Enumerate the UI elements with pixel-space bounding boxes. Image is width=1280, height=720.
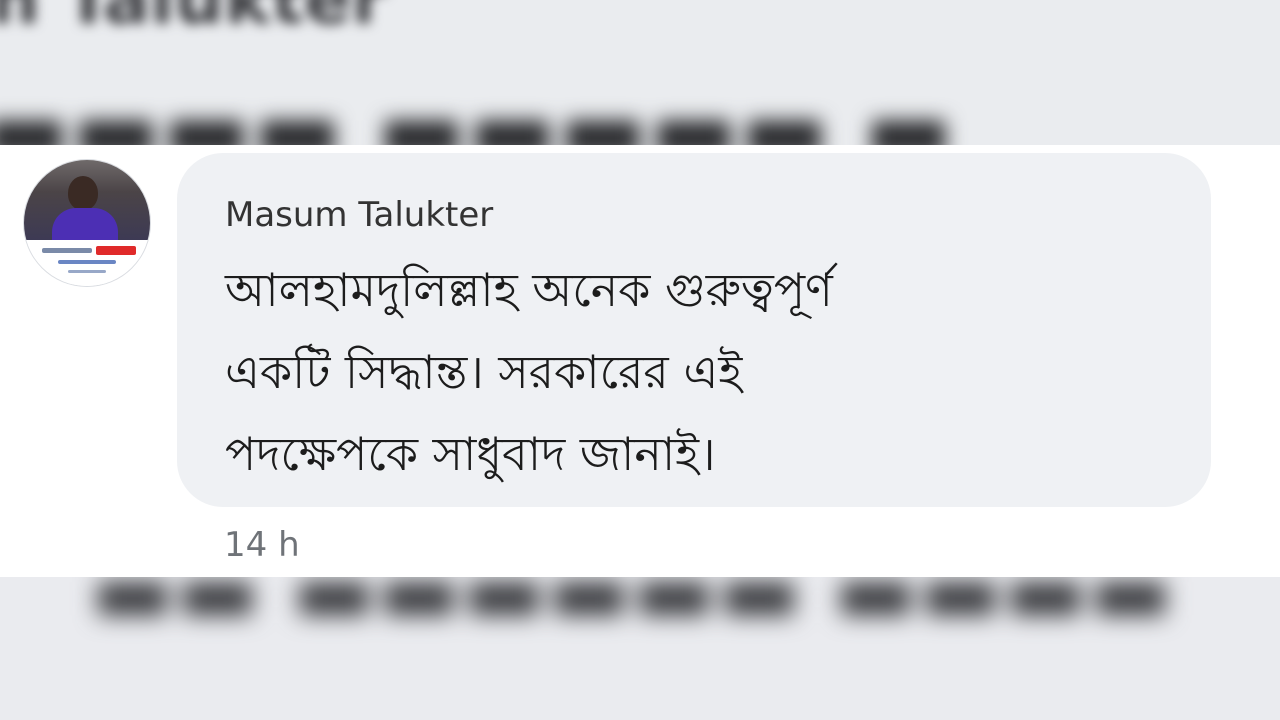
avatar-person-body	[52, 208, 118, 244]
comment-timestamp-link[interactable]: 14 h	[224, 525, 300, 565]
blurred-author-text: n Talukter	[0, 0, 386, 40]
comment-author-link[interactable]: Masum Talukter	[225, 195, 493, 235]
avatar-banner-line	[58, 260, 116, 264]
comment-text-line: আলহামদুলিল্লাহ অনেক গুরুত্বপূর্ণ	[225, 263, 833, 317]
comment-text-line: পদক্ষেপকে সাধুবাদ জানাই।	[225, 427, 716, 481]
avatar[interactable]	[24, 160, 150, 286]
blurred-comment-text: ▬▬▬▬ ▬▬▬▬▬ ▬	[0, 74, 954, 145]
screenshot-stage: n Talukter ▬▬▬▬ ▬▬▬▬▬ ▬ Masum Talukter আ…	[0, 0, 1280, 720]
comment: Masum Talukter আলহামদুলিল্লাহ অনেক গুরুত…	[0, 145, 1280, 577]
avatar-banner-line	[68, 270, 106, 273]
avatar-person-head	[68, 176, 98, 210]
avatar-banner-badge	[96, 246, 136, 255]
avatar-banner-line	[42, 248, 92, 253]
comment-text: আলহামদুলিল্লাহ অনেক গুরুত্বপূর্ণ একটি সি…	[225, 249, 1185, 495]
blurred-background-top: n Talukter ▬▬▬▬ ▬▬▬▬▬ ▬	[0, 0, 1280, 145]
blurred-background-bottom: ▬▬ ▬▬▬▬▬▬ ▬▬▬▬	[0, 577, 1280, 720]
comment-bubble: Masum Talukter আলহামদুলিল্লাহ অনেক গুরুত…	[177, 153, 1211, 507]
blurred-comment-text: ▬▬ ▬▬▬▬▬▬ ▬▬▬▬	[90, 577, 1174, 644]
comment-text-line: একটি সিদ্ধান্ত। সরকারের এই	[225, 345, 743, 399]
